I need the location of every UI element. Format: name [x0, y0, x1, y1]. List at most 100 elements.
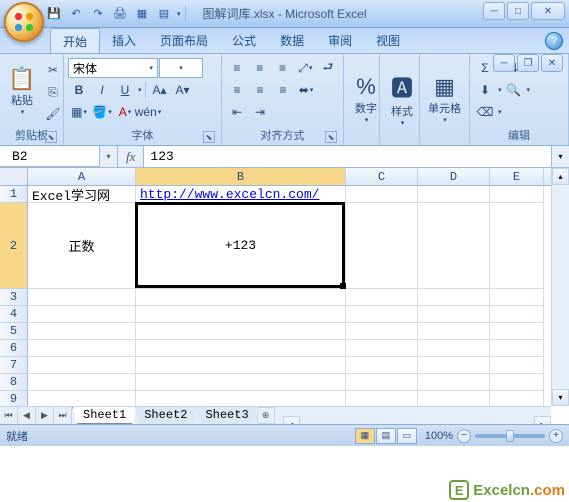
orientation-button[interactable]: ⤢▾	[294, 58, 316, 78]
maximize-button[interactable]: □	[507, 2, 529, 20]
cell[interactable]	[28, 357, 136, 374]
cell[interactable]	[418, 203, 490, 289]
paste-button[interactable]: 📋 粘贴 ▾	[4, 56, 40, 125]
italic-button[interactable]: I	[91, 80, 113, 100]
cell[interactable]	[490, 203, 544, 289]
cell[interactable]	[346, 340, 418, 357]
cell[interactable]	[28, 323, 136, 340]
zoom-thumb[interactable]	[506, 430, 514, 442]
cell[interactable]	[28, 340, 136, 357]
cell[interactable]	[346, 203, 418, 289]
number-format-button[interactable]: %数字▾	[348, 56, 384, 141]
font-size-combo[interactable]: ▾	[159, 58, 203, 78]
cell[interactable]	[346, 289, 418, 306]
qat-new-button[interactable]: ▦	[132, 4, 152, 24]
cell[interactable]	[136, 340, 346, 357]
qat-customize-icon[interactable]: ▾	[177, 10, 181, 18]
sheet-last-button[interactable]: ⏭	[54, 407, 72, 424]
tab-公式[interactable]: 公式	[220, 28, 268, 53]
align-top-button[interactable]: ≡	[226, 58, 248, 78]
cell-value[interactable]: 正数	[28, 203, 136, 289]
cell[interactable]	[136, 374, 346, 391]
row-header[interactable]: 6	[0, 340, 28, 357]
merge-button[interactable]: ⬌▾	[295, 80, 317, 100]
borders-button[interactable]: ▦▾	[68, 102, 90, 122]
column-header[interactable]: B	[136, 168, 346, 185]
cell[interactable]	[418, 186, 490, 203]
print-button[interactable]: 🖨	[110, 4, 130, 24]
align-bottom-button[interactable]: ≡	[272, 58, 294, 78]
tab-视图[interactable]: 视图	[364, 28, 412, 53]
scroll-right-button[interactable]: ▸	[534, 416, 551, 425]
cell[interactable]	[490, 323, 544, 340]
row-header[interactable]: 2	[0, 203, 28, 289]
sheet-tab[interactable]: Sheet1	[72, 407, 137, 424]
cell[interactable]	[136, 323, 346, 340]
page-layout-view-button[interactable]: ▤	[376, 428, 396, 444]
scroll-up-button[interactable]: ▴	[552, 168, 569, 185]
cut-button[interactable]: ✂	[42, 60, 64, 80]
cell[interactable]	[136, 289, 346, 306]
zoom-in-button[interactable]: +	[549, 429, 563, 443]
column-header[interactable]: A	[28, 168, 136, 185]
dialog-launcher-icon[interactable]: ⬊	[45, 131, 57, 143]
cell[interactable]	[490, 306, 544, 323]
phonetic-button[interactable]: wén▾	[137, 102, 159, 122]
minimize-button[interactable]: ─	[483, 2, 505, 20]
cell[interactable]	[418, 306, 490, 323]
row-header[interactable]: 1	[0, 186, 28, 203]
office-button[interactable]	[4, 2, 44, 42]
name-box[interactable]: B2	[0, 146, 100, 167]
grow-font-button[interactable]: A▴	[149, 80, 171, 100]
underline-button[interactable]: U	[114, 80, 136, 100]
column-header[interactable]: C	[346, 168, 418, 185]
cell[interactable]	[490, 374, 544, 391]
format-painter-button[interactable]: 🖌	[42, 104, 64, 124]
cell[interactable]	[28, 289, 136, 306]
column-header[interactable]: E	[490, 168, 544, 185]
row-header[interactable]: 3	[0, 289, 28, 306]
fill-button[interactable]: ⬇	[474, 80, 496, 100]
cell[interactable]	[136, 306, 346, 323]
scroll-down-button[interactable]: ▾	[552, 389, 569, 406]
align-left-button[interactable]: ≡	[226, 80, 248, 100]
cell[interactable]	[418, 289, 490, 306]
undo-button[interactable]: ↶	[66, 4, 86, 24]
cell[interactable]	[346, 186, 418, 203]
row-header[interactable]: 8	[0, 374, 28, 391]
tab-审阅[interactable]: 审阅	[316, 28, 364, 53]
font-color-button[interactable]: A▾	[114, 102, 136, 122]
mdi-close-button[interactable]: ✕	[541, 54, 563, 72]
sheet-next-button[interactable]: ▶	[36, 407, 54, 424]
cell-value[interactable]: http://www.excelcn.com/	[136, 186, 346, 203]
redo-button[interactable]: ↷	[88, 4, 108, 24]
font-name-combo[interactable]: 宋体▾	[68, 58, 158, 78]
cell[interactable]	[346, 374, 418, 391]
tab-插入[interactable]: 插入	[100, 28, 148, 53]
qat-open-button[interactable]: ▤	[154, 4, 174, 24]
sheet-tab[interactable]: Sheet3	[195, 407, 259, 424]
fx-icon[interactable]: fx	[122, 149, 139, 165]
tab-开始[interactable]: 开始	[50, 28, 100, 53]
help-button[interactable]: ?	[545, 32, 563, 50]
row-header[interactable]: 5	[0, 323, 28, 340]
cell[interactable]	[28, 374, 136, 391]
row-header[interactable]: 7	[0, 357, 28, 374]
cell[interactable]	[418, 340, 490, 357]
sheet-first-button[interactable]: ⏮	[0, 407, 18, 424]
align-middle-button[interactable]: ≡	[249, 58, 271, 78]
dialog-launcher-icon[interactable]: ⬊	[203, 131, 215, 143]
zoom-out-button[interactable]: −	[457, 429, 471, 443]
align-center-button[interactable]: ≡	[249, 80, 271, 100]
page-break-view-button[interactable]: ▭	[397, 428, 417, 444]
cells-button[interactable]: ▦单元格▾	[424, 56, 465, 141]
cell[interactable]	[418, 357, 490, 374]
cell[interactable]	[490, 186, 544, 203]
mdi-restore-button[interactable]: ❐	[517, 54, 539, 72]
mdi-minimize-button[interactable]: ─	[493, 54, 515, 72]
copy-button[interactable]: ⎘	[42, 82, 64, 102]
cell[interactable]	[136, 357, 346, 374]
cell[interactable]	[28, 306, 136, 323]
name-box-dropdown[interactable]: ▾	[100, 146, 118, 167]
formula-expand-button[interactable]: ▾	[551, 146, 569, 167]
